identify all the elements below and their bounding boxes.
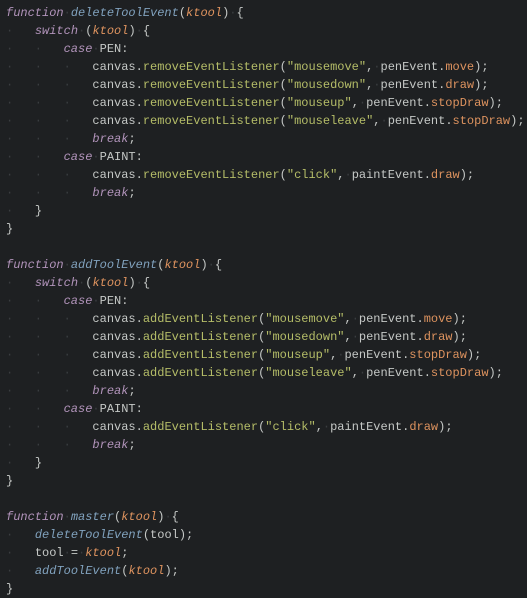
code-line: · · · canvas.addEventListener("mousemove…	[0, 310, 527, 328]
code-line: · · · break;	[0, 184, 527, 202]
method: removeEventListener	[143, 60, 280, 74]
code-line: · · · canvas.removeEventListener("click"…	[0, 166, 527, 184]
code-line: · deleteToolEvent(tool);	[0, 526, 527, 544]
code-line: · tool·=·ktool;	[0, 544, 527, 562]
code-line: · }	[0, 202, 527, 220]
code-line: · · · canvas.addEventListener("mouseleav…	[0, 364, 527, 382]
code-line: }	[0, 472, 527, 490]
string: "mousemove"	[287, 60, 366, 74]
code-line: }	[0, 220, 527, 238]
code-line: function·deleteToolEvent(ktool)·{	[0, 4, 527, 22]
code-line: · switch·(ktool)·{	[0, 22, 527, 40]
code-line: · · case·PAINT:	[0, 148, 527, 166]
code-line	[0, 490, 527, 508]
code-line: · · · break;	[0, 382, 527, 400]
keyword: function	[6, 6, 64, 20]
function-name: deleteToolEvent	[71, 6, 179, 20]
function-name: addToolEvent	[71, 258, 157, 272]
code-editor[interactable]: function·deleteToolEvent(ktool)·{ · swit…	[0, 4, 527, 598]
property: move	[445, 60, 474, 74]
code-line: · · · canvas.addEventListener("click",·p…	[0, 418, 527, 436]
code-line: · · · canvas.removeEventListener("moused…	[0, 76, 527, 94]
code-line: · · · canvas.addEventListener("mouseup",…	[0, 346, 527, 364]
keyword: case	[64, 42, 93, 56]
constant: PEN	[100, 42, 122, 56]
code-line: · · · break;	[0, 436, 527, 454]
code-line: · · case·PEN:	[0, 292, 527, 310]
function-name: master	[71, 510, 114, 524]
code-line: }	[0, 580, 527, 598]
identifier: ktool	[92, 24, 128, 38]
code-line: · }	[0, 454, 527, 472]
code-line: · · · break;	[0, 130, 527, 148]
code-line: · · · canvas.removeEventListener("mouseu…	[0, 94, 527, 112]
code-line	[0, 238, 527, 256]
code-line: · · · canvas.removeEventListener("mousel…	[0, 112, 527, 130]
code-line: · · case·PAINT:	[0, 400, 527, 418]
code-line: · · · canvas.removeEventListener("mousem…	[0, 58, 527, 76]
code-line: · switch·(ktool)·{	[0, 274, 527, 292]
code-line: · · · canvas.addEventListener("mousedown…	[0, 328, 527, 346]
code-line: function·addToolEvent(ktool)·{	[0, 256, 527, 274]
code-line: · · case·PEN:	[0, 40, 527, 58]
identifier: canvas	[92, 60, 135, 74]
code-line: function·master(ktool)·{	[0, 508, 527, 526]
code-line: · addToolEvent(ktool);	[0, 562, 527, 580]
parameter: ktool	[186, 6, 222, 20]
keyword: switch	[35, 24, 78, 38]
